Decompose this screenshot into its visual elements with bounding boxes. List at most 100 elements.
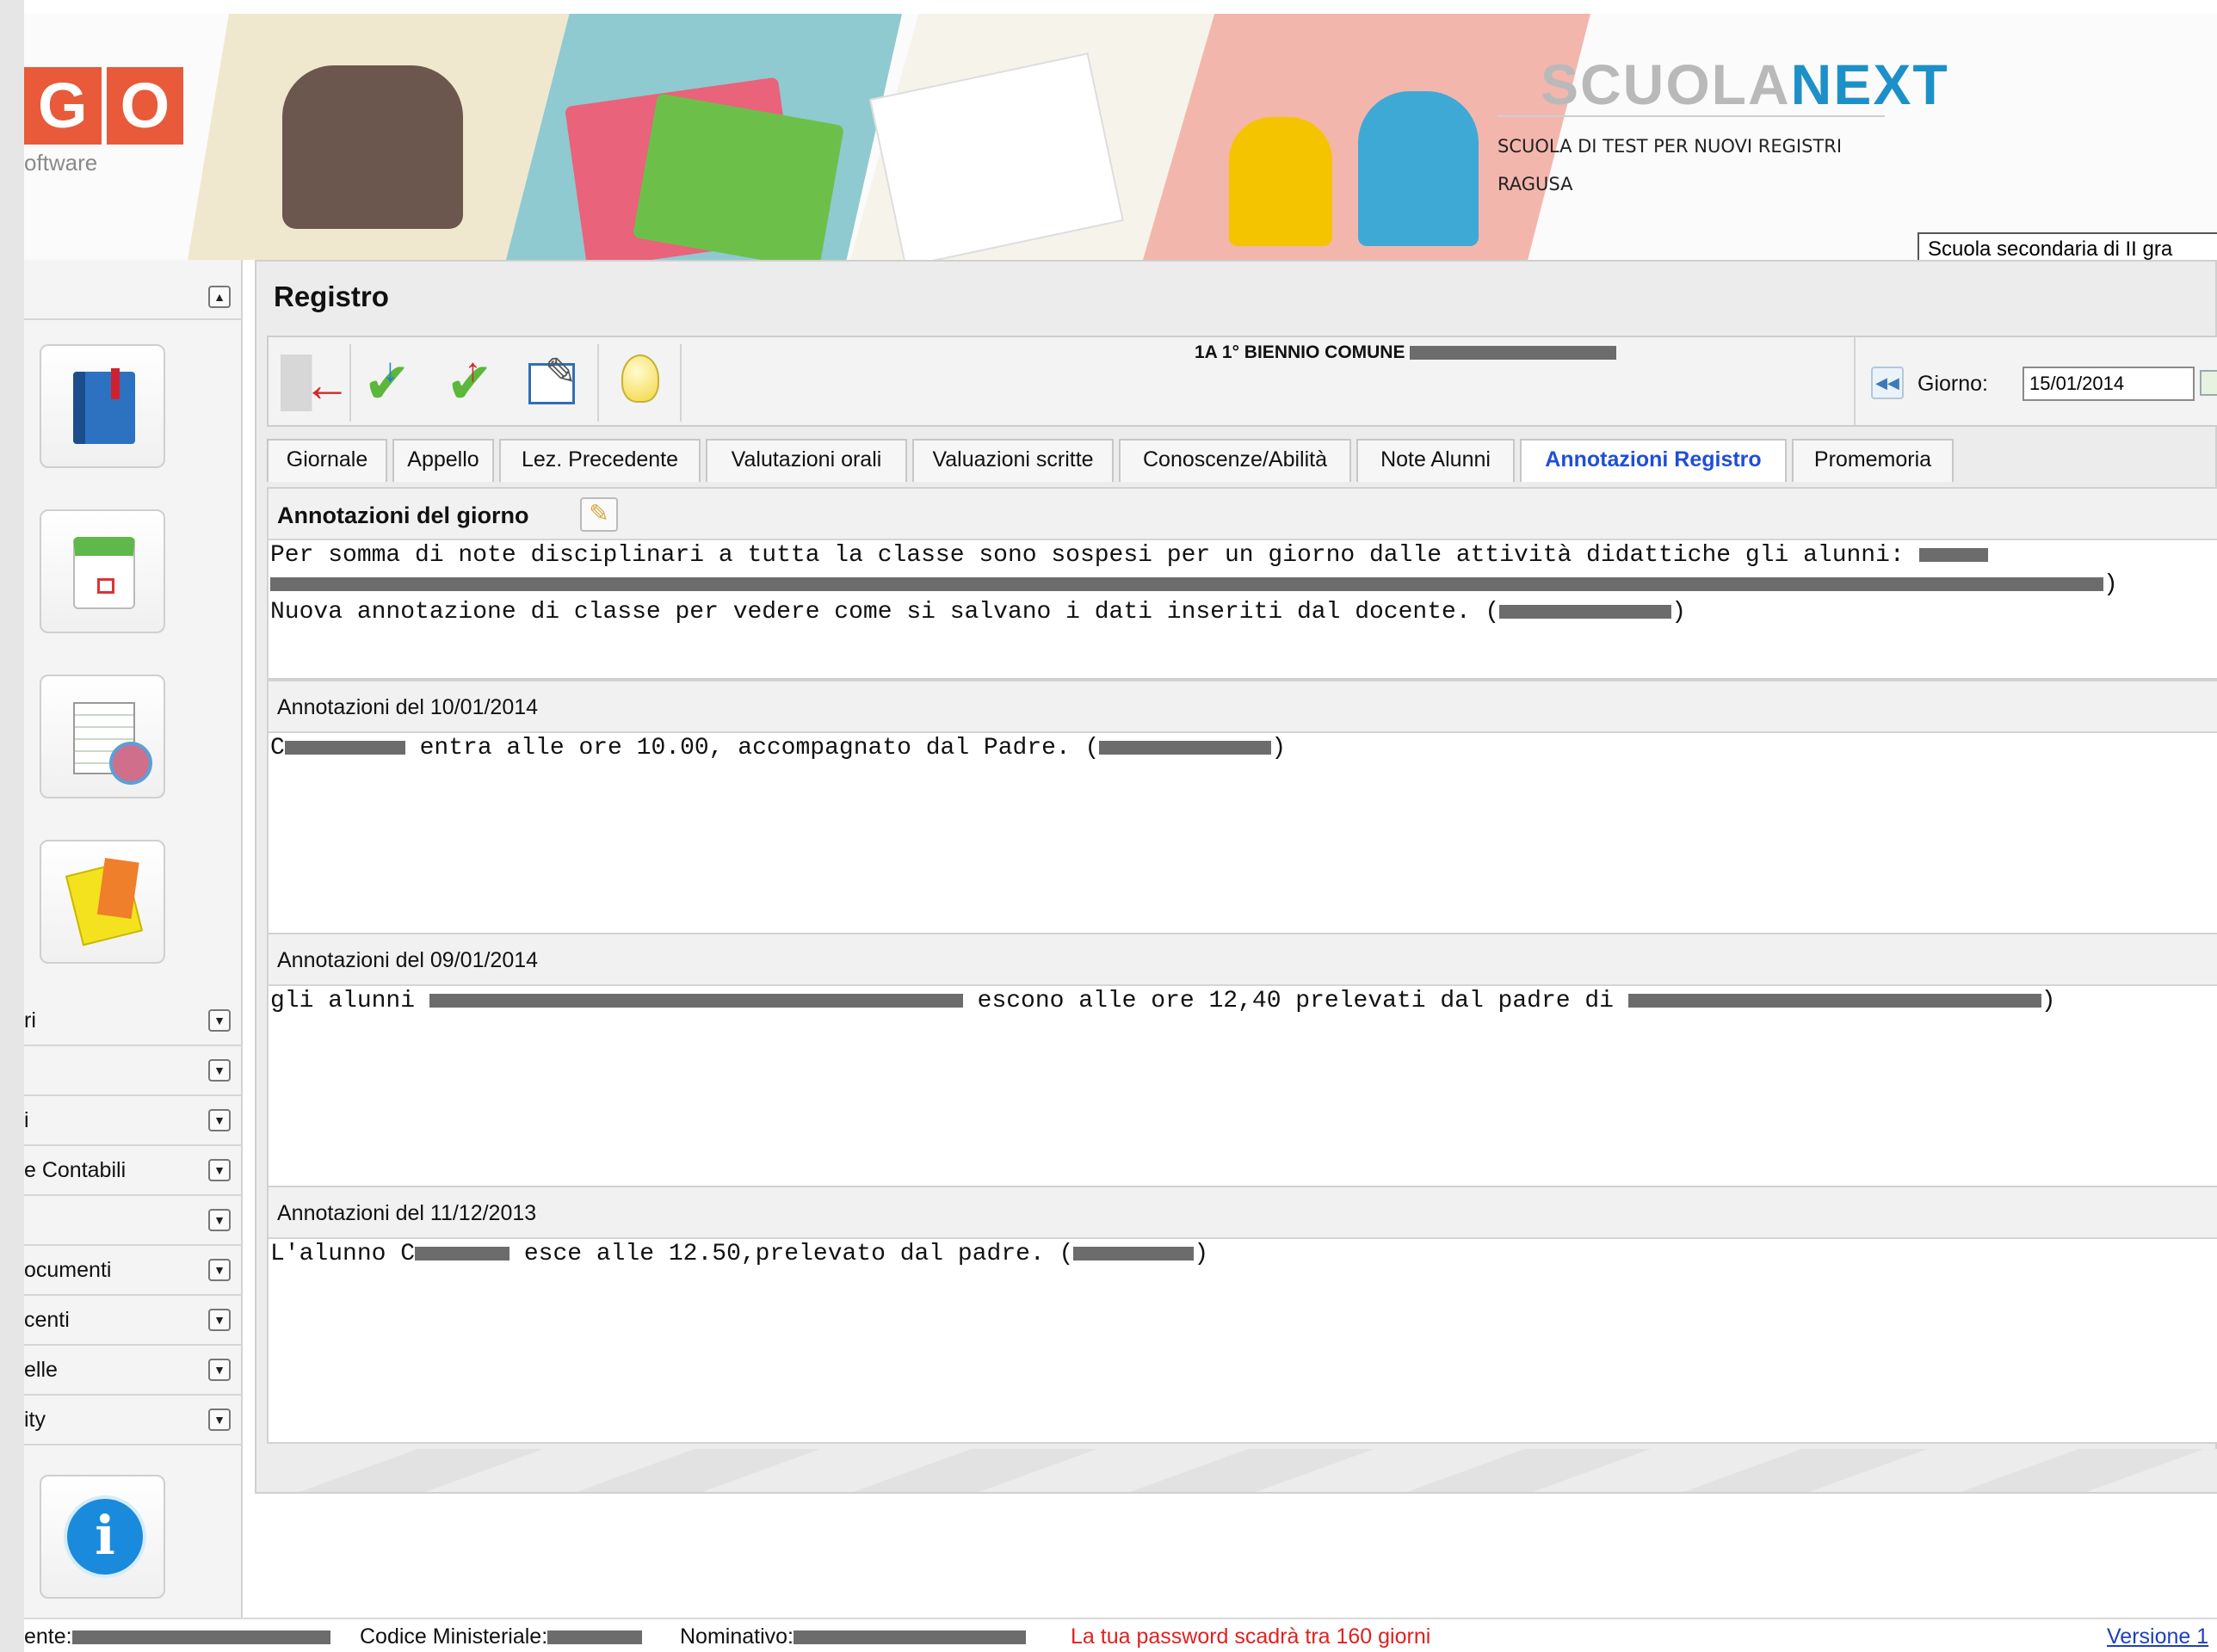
tab-appello[interactable]: Appello xyxy=(392,439,494,482)
collapse-sidebar-button[interactable]: ▲ xyxy=(208,286,231,308)
background-decoration xyxy=(267,1449,2217,1492)
redacted-text xyxy=(1918,547,1988,562)
sidebar: ▲ ri ▼ ▼ i ▼ e Contabili ▼ ▼ ocumenti ▼ cent… xyxy=(24,260,243,1619)
expand-icon[interactable]: ▼ xyxy=(208,1209,231,1231)
user-label: ente: xyxy=(24,1624,330,1649)
annotation-text: Nuova annotazione di classe per vedere c… xyxy=(270,599,1687,626)
expand-icon[interactable]: ▼ xyxy=(208,1359,231,1381)
info-button[interactable]: i xyxy=(40,1475,165,1599)
sidebar-item[interactable]: ity ▼ xyxy=(24,1396,243,1446)
pencil-edit-icon[interactable]: ✎ xyxy=(580,497,618,532)
backpack-illustration xyxy=(282,65,463,229)
app-window: GO oftware SCUOLANEXT SCUOLA DI TEST PER… xyxy=(24,0,2217,1652)
redacted-text xyxy=(429,993,963,1008)
tab-promemoria[interactable]: Promemoria xyxy=(1792,439,1954,482)
section-header: Annotazioni del giorno ✎ xyxy=(269,489,2217,540)
redacted-text xyxy=(284,740,405,755)
header-banner: GO oftware SCUOLANEXT SCUOLA DI TEST PER… xyxy=(24,14,2217,260)
tab-valutazioni-orali[interactable]: Valutazioni orali xyxy=(706,439,907,482)
tab-lez-precedente[interactable]: Lez. Precedente xyxy=(499,439,701,482)
brand-logo: SCUOLANEXT xyxy=(1541,52,1949,116)
redacted-text xyxy=(794,1630,1026,1645)
previous-day-button[interactable]: ◀◀ xyxy=(1871,367,1904,399)
calendar-picker-icon[interactable] xyxy=(2200,370,2217,396)
redacted-text xyxy=(1073,1246,1195,1261)
discipline-shortcut-button[interactable] xyxy=(40,840,165,964)
check-down-icon: ✔ xyxy=(363,342,420,411)
check-out-button[interactable]: ✔ xyxy=(434,342,516,422)
expand-icon[interactable]: ▼ xyxy=(208,1259,231,1281)
password-expiry-warning: La tua password scadrà tra 160 giorni xyxy=(1071,1624,1431,1649)
sidebar-item[interactable]: ri ▼ xyxy=(24,996,243,1046)
annotations-section: Annotazioni del 10/01/2014 C entra alle … xyxy=(267,680,2217,938)
edit-icon xyxy=(528,350,577,404)
annotations-section: Annotazioni del 09/01/2014 gli alunni es… xyxy=(267,933,2217,1191)
annotations-section: Annotazioni del 11/12/2013 L'alunno C es… xyxy=(267,1186,2217,1444)
expand-icon[interactable]: ▼ xyxy=(208,1159,231,1181)
expand-icon[interactable]: ▼ xyxy=(208,1109,231,1131)
sidebar-item[interactable]: elle ▼ xyxy=(24,1346,243,1396)
person-illustration xyxy=(1358,91,1479,246)
brand-divider xyxy=(1498,115,1885,117)
day-input[interactable]: 15/01/2014 xyxy=(2022,367,2195,401)
sidebar-item[interactable]: centi ▼ xyxy=(24,1296,243,1346)
tab-valutazioni-scritte[interactable]: Valuazioni scritte xyxy=(912,439,1114,482)
lightbulb-icon xyxy=(621,354,659,403)
exit-button[interactable] xyxy=(269,344,351,422)
redacted-text xyxy=(1499,604,1672,619)
section-title: Annotazioni del 09/01/2014 xyxy=(277,948,539,972)
expand-icon[interactable]: ▼ xyxy=(208,1309,231,1331)
redacted-text xyxy=(71,1630,330,1645)
tab-bar: Giornale Appello Lez. Precedente Valutaz… xyxy=(267,434,2217,482)
sidebar-item[interactable]: i ▼ xyxy=(24,1096,243,1146)
school-type-select[interactable]: Scuola secondaria di II gra xyxy=(1917,232,2217,260)
check-in-button[interactable]: ✔ xyxy=(351,342,434,422)
expand-icon[interactable]: ▼ xyxy=(208,1409,231,1431)
day-label: Giorno: xyxy=(1917,372,1988,396)
annotation-text: Per somma di note disciplinari a tutta l… xyxy=(270,542,1988,569)
section-header: Annotazioni del 10/01/2014 xyxy=(269,681,2217,733)
registro-shortcut-button[interactable] xyxy=(40,344,165,468)
annotation-text: L'alunno C esce alle 12.50,prelevato dal… xyxy=(270,1241,1209,1267)
tab-annotazioni-registro[interactable]: Annotazioni Registro xyxy=(1520,439,1787,482)
school-name: SCUOLA DI TEST PER NUOVI REGISTRI xyxy=(1498,136,1843,157)
tab-note-alunni[interactable]: Note Alunni xyxy=(1356,439,1515,482)
redacted-text xyxy=(1410,346,1617,361)
check-up-icon: ✔ xyxy=(446,342,503,411)
logo: GO xyxy=(24,67,188,145)
calendar-icon xyxy=(73,537,135,609)
day-selector: ◀◀ Giorno: 15/01/2014 xyxy=(1854,337,2217,425)
register-book-icon xyxy=(73,368,135,444)
expand-icon[interactable]: ▼ xyxy=(208,1059,231,1082)
annotation-text: ) xyxy=(270,571,2118,598)
sidebar-item[interactable]: ▼ xyxy=(24,1196,243,1246)
redacted-text xyxy=(1099,740,1272,755)
calendar-shortcut-button[interactable] xyxy=(40,509,165,633)
edit-button[interactable] xyxy=(516,344,599,422)
spreadsheet-chart-icon xyxy=(73,702,152,785)
tab-giornale[interactable]: Giornale xyxy=(267,439,387,482)
tips-button[interactable] xyxy=(599,344,682,422)
info-icon: i xyxy=(64,1495,146,1578)
status-bar: ente: Codice Ministeriale: Nominativo: L… xyxy=(24,1618,2217,1652)
redacted-text xyxy=(270,576,2103,591)
school-city: RAGUSA xyxy=(1498,174,1573,194)
sidebar-item[interactable]: ocumenti ▼ xyxy=(24,1246,243,1296)
annotation-text: gli alunni escono alle ore 12,40 preleva… xyxy=(270,988,2056,1014)
tab-conoscenze-abilita[interactable]: Conoscenze/Abilità xyxy=(1119,439,1351,482)
cards-whistle-icon xyxy=(65,860,144,946)
toolbar: ✔ ✔ 1A 1° BIENNIO COMUNE ◀◀ Giorno: 15/0… xyxy=(267,336,2217,427)
grades-shortcut-button[interactable] xyxy=(40,675,165,798)
version-link[interactable]: Versione 1 xyxy=(2107,1624,2208,1649)
section-title: Annotazioni del giorno xyxy=(277,502,529,528)
exit-door-icon xyxy=(281,354,351,412)
redacted-text xyxy=(1627,993,2041,1008)
redacted-text xyxy=(547,1630,643,1645)
person-illustration xyxy=(1229,117,1332,246)
section-header: Annotazioni del 09/01/2014 xyxy=(269,934,2217,986)
redacted-text xyxy=(415,1246,510,1261)
sidebar-item[interactable]: e Contabili ▼ xyxy=(24,1146,243,1196)
expand-icon[interactable]: ▼ xyxy=(208,1009,231,1032)
sidebar-item[interactable]: ▼ xyxy=(24,1046,243,1096)
nominativo-label: Nominativo: xyxy=(680,1624,1026,1649)
